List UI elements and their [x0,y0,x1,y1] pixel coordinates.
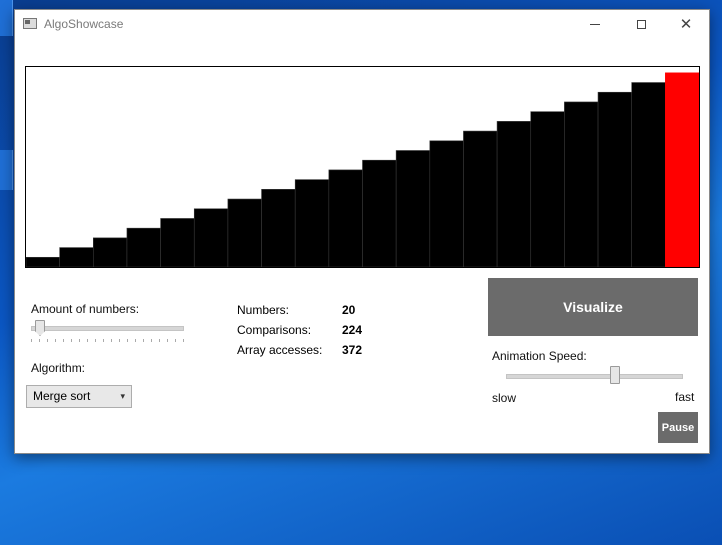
sort-visualization-canvas [25,66,700,268]
title-bar[interactable]: AlgoShowcase ✕ [15,10,709,38]
bar [564,101,599,267]
speed-slider-track[interactable] [506,374,683,379]
amount-slider-track[interactable] [31,326,184,331]
bar [362,159,397,267]
slider-tick [39,339,40,342]
slider-tick [95,339,96,342]
amount-of-numbers-label: Amount of numbers: [31,302,140,316]
slider-tick [31,339,32,342]
slider-tick [143,339,144,342]
slider-tick [87,339,88,342]
slider-tick [103,339,104,342]
desktop-edge-icon [0,150,13,190]
window-title: AlgoShowcase [44,17,124,31]
slider-tick [63,339,64,342]
amount-slider-thumb[interactable] [35,320,45,336]
slider-tick [71,339,72,342]
algorithm-label: Algorithm: [31,361,86,375]
desktop-edge-icon [0,0,13,36]
bar [597,91,632,267]
slider-tick [175,339,176,342]
bar [395,150,431,267]
speed-slider-thumb[interactable] [609,366,620,384]
pause-button[interactable]: Pause [658,412,698,443]
slider-tick [111,339,112,342]
slider-tick [119,339,120,342]
speed-slow-label: slow [492,391,517,405]
animation-speed-label: Animation Speed: [492,349,587,363]
amount-slider-ticks [31,339,184,342]
chevron-down-icon: ▾ [120,391,125,401]
bar [193,208,229,267]
numbers-label: Numbers: [237,303,290,317]
slider-tick [151,339,152,342]
bar [93,237,128,267]
slider-tick [135,339,136,342]
bar [496,121,532,267]
minimize-icon [590,23,600,25]
bar [261,189,296,267]
slider-tick [55,339,56,342]
slider-tick [79,339,80,342]
app-window: AlgoShowcase ✕ Amount of numbers: Algori… [14,9,710,454]
bar [429,140,464,267]
numbers-value: 20 [342,303,356,317]
bar [227,198,262,267]
bar [294,179,330,267]
comparisons-label: Comparisons: [237,323,312,337]
maximize-icon [636,19,646,29]
visualize-button[interactable]: Visualize [488,278,698,336]
bar [631,82,666,267]
bar [463,130,498,267]
array-accesses-value: 372 [342,343,363,357]
close-icon: ✕ [679,15,693,33]
slider-tick [183,339,184,342]
algorithm-select[interactable]: Merge sort ▾ [26,385,132,408]
algorithm-selected-value: Merge sort [33,389,91,403]
bar-chart [26,72,699,267]
bar [26,256,60,267]
array-accesses-label: Array accesses: [237,343,323,357]
bar [328,169,363,267]
bar [126,227,161,267]
slider-tick [47,339,48,342]
bar [530,111,565,267]
minimize-button[interactable] [572,10,618,38]
speed-fast-label: fast [675,390,695,404]
bar [59,247,94,267]
bar [665,72,699,267]
slider-tick [159,339,160,342]
maximize-button[interactable] [618,10,664,38]
comparisons-value: 224 [342,323,363,337]
slider-tick [127,339,128,342]
app-icon [23,18,37,29]
slider-tick [167,339,168,342]
bar [160,218,195,267]
close-button[interactable]: ✕ [663,10,709,38]
